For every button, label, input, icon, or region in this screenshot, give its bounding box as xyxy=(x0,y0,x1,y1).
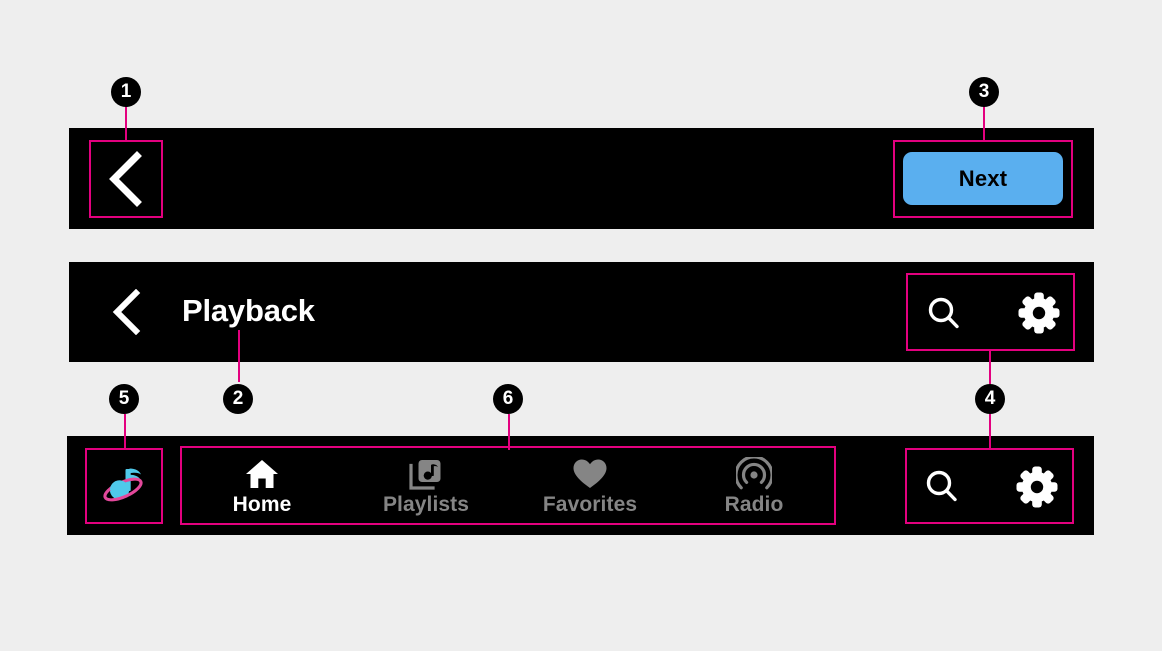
highlight-box-header-actions xyxy=(906,273,1075,351)
header-back-button[interactable] xyxy=(104,285,150,339)
leader-line-4-down xyxy=(989,414,991,450)
highlight-box-bottom-actions xyxy=(905,448,1074,524)
highlight-box-nav-tabs xyxy=(180,446,836,525)
highlight-box-next-button xyxy=(893,140,1073,218)
leader-line-2 xyxy=(238,330,240,382)
leader-line-4-up xyxy=(989,351,991,384)
leader-line-5 xyxy=(124,414,126,450)
chevron-left-icon xyxy=(112,289,141,335)
callout-badge-4: 4 xyxy=(975,384,1005,414)
callout-badge-2: 2 xyxy=(223,384,253,414)
highlight-box-back-button xyxy=(89,140,163,218)
page-title: Playback xyxy=(182,293,315,328)
callout-badge-3: 3 xyxy=(969,77,999,107)
highlight-box-app-logo xyxy=(85,448,163,524)
leader-line-3 xyxy=(983,106,985,142)
leader-line-1 xyxy=(125,106,127,142)
callout-badge-6: 6 xyxy=(493,384,523,414)
callout-badge-1: 1 xyxy=(111,77,141,107)
leader-line-6 xyxy=(508,414,510,450)
callout-badge-5: 5 xyxy=(109,384,139,414)
